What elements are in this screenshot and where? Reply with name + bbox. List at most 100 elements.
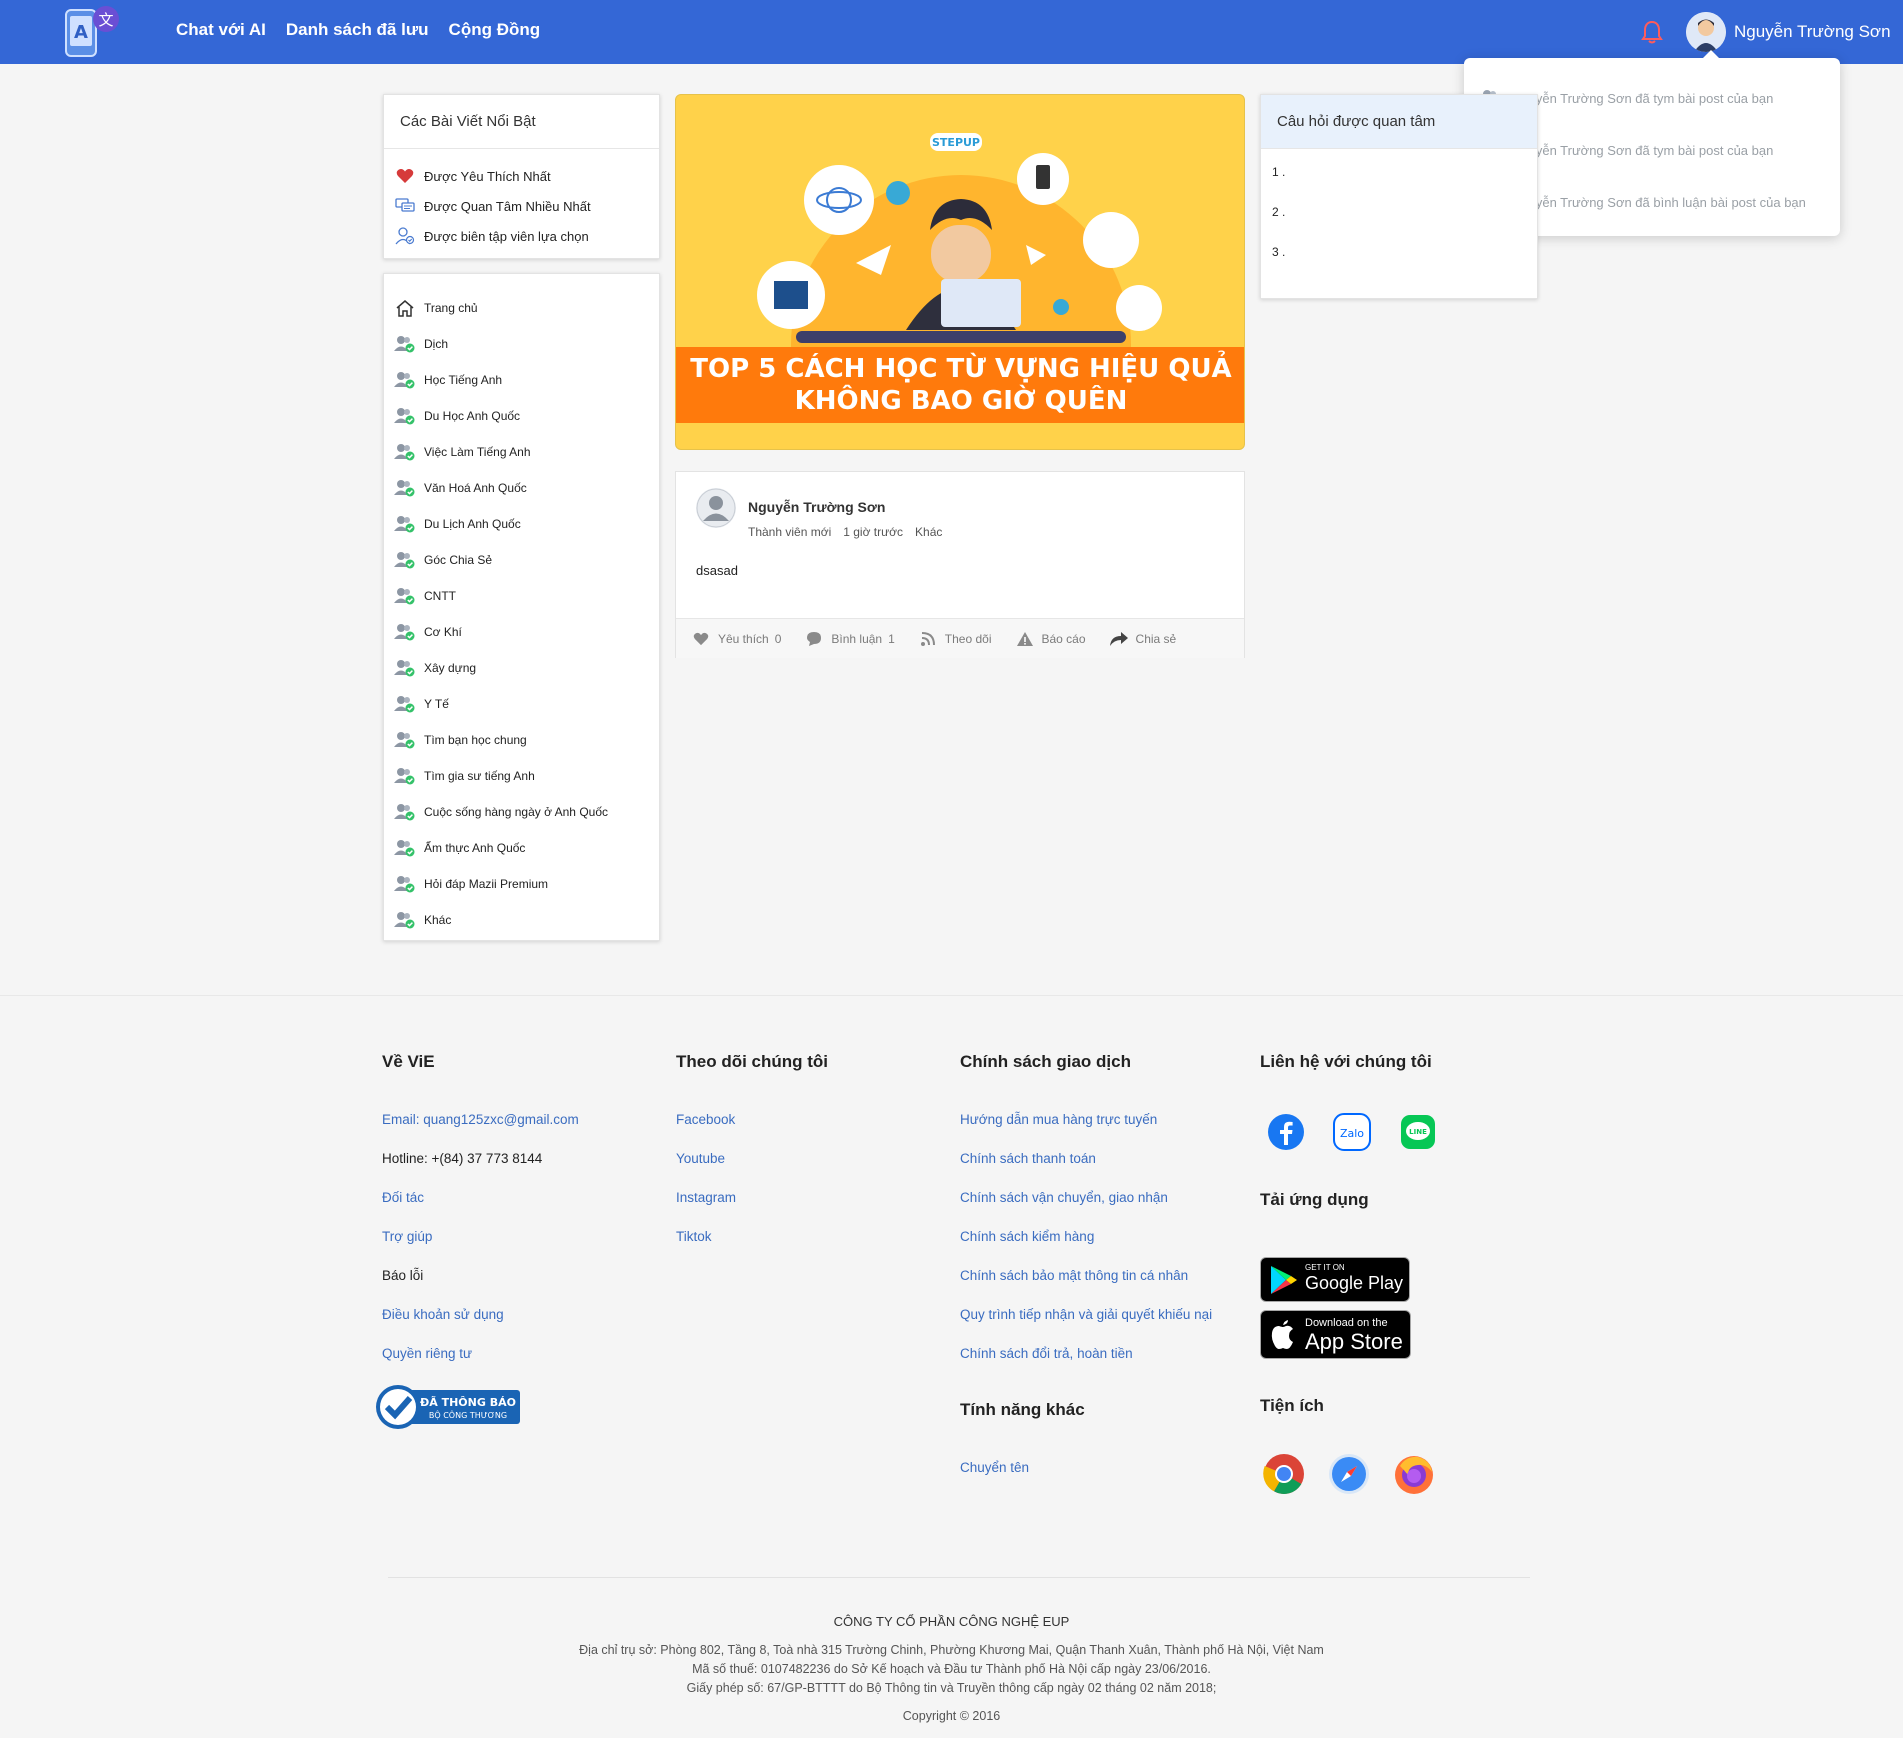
app-logo[interactable]: A 文 [64,4,124,60]
bell-icon[interactable] [1640,19,1664,45]
footer-policy-link[interactable]: Chính sách đổi trả, hoàn tiền [960,1346,1133,1361]
featured-banner[interactable]: STEPUP TOP 5 CÁCH HỌC TỪ VỰNG HIỆU QUẢ K… [675,94,1245,450]
category-item[interactable]: Học Tiếng Anh [394,362,649,398]
user-group-icon [394,586,416,606]
category-label: Khác [424,913,452,927]
post-card: Nguyễn Trường Sơn Thành viên mới 1 giờ t… [675,471,1245,658]
main-nav: Chat với AI Danh sách đã lưu Cộng Đồng [176,20,540,40]
category-item[interactable]: Góc Chia Sẻ [394,542,649,578]
category-item[interactable]: Hỏi đáp Mazii Premium [394,866,649,902]
category-label: Hỏi đáp Mazii Premium [424,877,549,891]
category-item[interactable]: Dịch [394,326,649,362]
post-content: dsasad [696,563,738,578]
user-group-icon [394,370,416,390]
post-author[interactable]: Nguyễn Trường Sơn [748,499,885,515]
post-role: Thành viên mới [748,525,832,539]
post-category[interactable]: Khác [915,525,942,539]
footer-policy-link[interactable]: Chính sách thanh toán [960,1151,1096,1166]
share-button[interactable]: Chia sẻ [1108,629,1176,649]
footer-youtube-link[interactable]: Youtube [676,1151,725,1166]
facebook-icon[interactable] [1266,1112,1306,1157]
category-label: Xây dựng [424,661,477,675]
featured-most-discussed[interactable]: Được Quan Tâm Nhiều Nhất [394,191,649,221]
company-license: Giấy phép số: 67/GP-BTTTT do Bộ Thông ti… [686,1681,1217,1695]
line-icon[interactable]: LINE [1398,1112,1438,1157]
firefox-icon[interactable] [1392,1452,1436,1501]
nav-community[interactable]: Cộng Đồng [449,20,541,40]
company-address: Địa chỉ trụ sở: Phòng 802, Tầng 8, Toà n… [579,1643,1324,1657]
nav-chat-ai[interactable]: Chat với AI [176,20,266,40]
footer-privacy[interactable]: Quyền riêng tư [382,1346,472,1361]
category-label: Việc Làm Tiếng Anh [424,445,531,459]
footer-instagram-link[interactable]: Instagram [676,1190,736,1205]
like-button[interactable]: Yêu thích 0 [690,629,781,649]
question-item[interactable]: 1 . [1272,165,1526,205]
user-group-icon [394,550,416,570]
category-item[interactable]: Cơ Khí [394,614,649,650]
category-item[interactable]: Cuộc sống hàng ngày ở Anh Quốc [394,794,649,830]
footer-email[interactable]: Email: quang125zxc@gmail.com [382,1112,579,1127]
safari-icon[interactable] [1327,1452,1371,1501]
category-item[interactable]: Văn Hoá Anh Quốc [394,470,649,506]
category-label: Góc Chia Sẻ [424,553,493,567]
svg-text:LINE: LINE [1409,1128,1427,1136]
category-item[interactable]: Xây dựng [394,650,649,686]
footer-report-bug[interactable]: Báo lỗi [382,1268,423,1283]
user-group-icon [394,838,416,858]
chrome-icon[interactable] [1262,1452,1306,1501]
featured-editor-choice[interactable]: Được biên tập viên lựa chọn [394,221,649,251]
user-menu[interactable]: Nguyễn Trường Sơn [1686,12,1891,52]
category-item[interactable]: Du Lịch Anh Quốc [394,506,649,542]
footer-help[interactable]: Trợ giúp [382,1229,432,1244]
top-navbar: A 文 Chat với AI Danh sách đã lưu Cộng Đồ… [0,0,1903,64]
category-label: Tìm bạn học chung [424,733,527,747]
post-meta: Thành viên mới 1 giờ trước Khác [748,525,942,539]
category-item[interactable]: Tìm gia sư tiếng Anh [394,758,649,794]
category-item[interactable]: Ẩm thực Anh Quốc [394,830,649,866]
footer-policy-title: Chính sách giao dịch [960,1052,1131,1071]
category-item[interactable]: CNTT [394,578,649,614]
footer-partners[interactable]: Đối tác [382,1190,424,1205]
company-tax-code: Mã số thuế: 0107482236 do Sở Kế hoạch và… [692,1662,1211,1676]
category-label: Du Học Anh Quốc [424,409,521,423]
user-group-icon [394,478,416,498]
footer-policy-link[interactable]: Hướng dẫn mua hàng trực tuyến [960,1112,1157,1127]
footer-policy-link[interactable]: Chính sách kiểm hàng [960,1229,1094,1244]
banner-brand: STEPUP [932,136,980,149]
user-avatar [1686,12,1726,52]
footer-tiktok-link[interactable]: Tiktok [676,1229,712,1244]
featured-most-liked[interactable]: Được Yêu Thích Nhất [394,161,649,191]
category-item[interactable]: Việc Làm Tiếng Anh [394,434,649,470]
user-group-icon [394,694,416,714]
category-item[interactable]: Tìm bạn học chung [394,722,649,758]
google-play-button[interactable]: GET IT ON Google Play [1260,1257,1410,1302]
footer-terms[interactable]: Điều khoản sử dụng [382,1307,504,1322]
post-avatar[interactable] [696,488,736,528]
notification-text: Nguyễn Trường Sơn đã tym bài post của bạ… [1512,142,1774,158]
chat-icon [394,196,416,216]
category-item-home[interactable]: Trang chủ [394,290,649,326]
user-group-icon [394,334,416,354]
category-item[interactable]: Du Học Anh Quốc [394,398,649,434]
follow-button[interactable]: Theo dõi [917,629,992,649]
footer-policy-link[interactable]: Chính sách vận chuyển, giao nhận [960,1190,1168,1205]
footer-policy-link[interactable]: Quy trình tiếp nhận và giải quyết khiếu … [960,1307,1212,1322]
category-label: Học Tiếng Anh [424,373,503,387]
nav-saved-list[interactable]: Danh sách đã lưu [286,20,429,40]
category-item[interactable]: Khác [394,902,649,938]
question-item[interactable]: 3 . [1272,245,1526,285]
question-item[interactable]: 2 . [1272,205,1526,245]
ministry-badge[interactable]: ĐÃ THÔNG BÁO BỘ CÔNG THƯƠNG [374,1384,522,1430]
category-label: CNTT [424,589,456,603]
category-label: Cuộc sống hàng ngày ở Anh Quốc [424,805,608,819]
footer-rename-link[interactable]: Chuyển tên [960,1460,1029,1475]
report-button[interactable]: Báo cáo [1014,629,1086,649]
footer-divider [0,995,1903,996]
app-store-button[interactable]: Download on the App Store [1260,1310,1411,1359]
category-item[interactable]: Y Tế [394,686,649,722]
comment-button[interactable]: Bình luận 1 [803,629,895,649]
footer-facebook-link[interactable]: Facebook [676,1112,735,1127]
footer-apps-title: Tải ứng dụng [1260,1190,1369,1209]
footer-policy-link[interactable]: Chính sách bảo mật thông tin cá nhân [960,1268,1188,1283]
zalo-icon[interactable]: Zalo [1332,1112,1372,1157]
